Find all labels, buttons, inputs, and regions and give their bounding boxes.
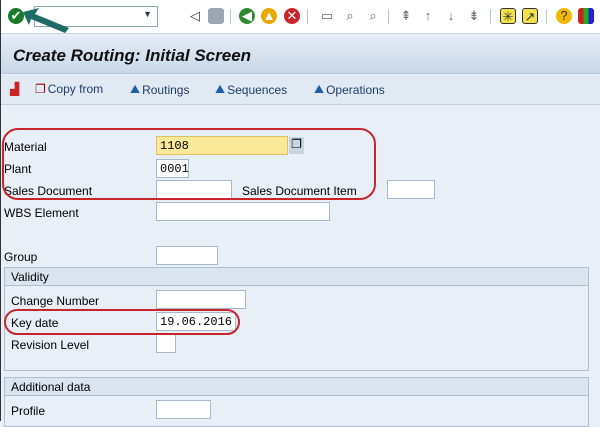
print-icon[interactable]: ▭	[319, 8, 335, 24]
layout-icon[interactable]	[578, 8, 594, 24]
profile-label: Profile	[11, 404, 46, 418]
separator	[307, 9, 308, 24]
routings-label: Routings	[142, 82, 190, 97]
exit-icon[interactable]: ▲	[261, 8, 277, 24]
mountain-icon: ⛰	[215, 82, 226, 96]
separator	[230, 9, 231, 24]
first-page-icon[interactable]: ⇞	[398, 8, 414, 24]
page-title: Create Routing: Initial Screen	[13, 46, 252, 65]
title-bar: Create Routing: Initial Screen	[1, 36, 600, 74]
additional-data-group: Additional data	[4, 377, 589, 427]
sequences-label: Sequences	[227, 82, 288, 97]
copy-icon: ❐	[35, 82, 46, 96]
hat-icon: ▟	[10, 82, 20, 96]
other-object-button[interactable]: ▟	[10, 82, 19, 96]
highlight-oval	[2, 128, 376, 200]
wbs-element-label: WBS Element	[4, 206, 79, 220]
cancel-icon[interactable]: ✕	[284, 8, 300, 24]
find-icon[interactable]: ⌕	[342, 8, 358, 24]
new-session-icon[interactable]: ✳	[500, 8, 516, 24]
change-number-label: Change Number	[11, 294, 100, 308]
prev-page-icon[interactable]: ↑	[420, 8, 436, 24]
change-number-input[interactable]	[156, 290, 246, 309]
wbs-element-input[interactable]	[156, 202, 330, 221]
operations-button[interactable]: ⛰ Operations	[314, 82, 385, 97]
revision-level-label: Revision Level	[11, 338, 90, 352]
save-icon[interactable]	[208, 8, 224, 24]
sales-document-item-input[interactable]	[387, 180, 435, 199]
back-icon[interactable]: ◁	[187, 8, 203, 24]
group-input[interactable]	[156, 246, 218, 265]
separator	[546, 9, 547, 24]
separator	[490, 9, 491, 24]
help-icon[interactable]: ?	[556, 8, 572, 24]
pointer-arrow	[23, 8, 69, 33]
operations-label: Operations	[326, 82, 385, 97]
group-label: Group	[4, 250, 38, 264]
revision-level-input[interactable]	[156, 334, 176, 353]
dropdown-icon[interactable]: ▼	[143, 9, 152, 19]
system-toolbar: ✔ ▼ ◁ ◀ ▲ ✕ ▭ ⌕ ⌕ ⇞ ↑ ↓ ⇟ ✳ ↗ ?	[1, 0, 600, 34]
copy-from-label: Copy from	[47, 82, 104, 96]
shortcut-icon[interactable]: ↗	[522, 8, 538, 24]
additional-data-header: Additional data	[5, 378, 588, 396]
last-page-icon[interactable]: ⇟	[466, 8, 482, 24]
find-next-icon[interactable]: ⌕	[365, 8, 381, 24]
back-nav-icon[interactable]: ◀	[239, 8, 255, 24]
mountain-icon: ⛰	[314, 82, 325, 96]
application-toolbar: ▟ ❐ Copy from ⛰ Routings ⛰ Sequences ⛰ Opera…	[1, 75, 600, 105]
profile-input[interactable]	[156, 400, 211, 419]
routings-button[interactable]: ⛰ Routings	[130, 82, 189, 97]
copy-from-button[interactable]: ❐ Copy from	[35, 82, 103, 96]
mountain-icon: ⛰	[130, 82, 141, 96]
highlight-oval	[4, 309, 240, 335]
validity-header: Validity	[5, 268, 588, 286]
separator	[388, 9, 389, 24]
next-page-icon[interactable]: ↓	[443, 8, 459, 24]
sequences-button[interactable]: ⛰ Sequences	[215, 82, 287, 97]
